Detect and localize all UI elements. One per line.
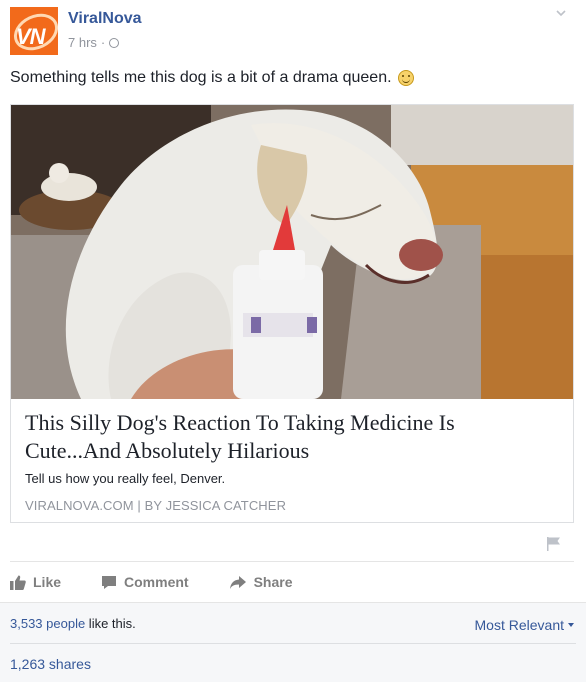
post-caption: Something tells me this dog is a bit of … bbox=[10, 69, 414, 87]
caption-text: Something tells me this dog is a bit of … bbox=[10, 69, 392, 86]
sort-label: Most Relevant bbox=[474, 617, 564, 633]
share-arrow-icon bbox=[229, 575, 246, 589]
link-title[interactable]: This Silly Dog's Reaction To Taking Medi… bbox=[25, 409, 555, 465]
link-text-area[interactable]: This Silly Dog's Reaction To Taking Medi… bbox=[11, 399, 573, 522]
share-button[interactable]: Share bbox=[229, 574, 293, 590]
post-meta: 7 hrs · bbox=[68, 35, 120, 50]
timestamp-link[interactable]: 7 hrs bbox=[68, 35, 97, 50]
thumbs-up-icon bbox=[10, 575, 26, 590]
likes-count-link[interactable]: 3,533 people bbox=[10, 616, 85, 631]
likes-suffix: like this. bbox=[85, 616, 136, 631]
likes-summary: 3,533 people like this. bbox=[10, 616, 136, 631]
page-name-link[interactable]: ViralNova bbox=[68, 10, 142, 28]
comment-icon bbox=[102, 575, 117, 589]
flag-icon[interactable] bbox=[545, 535, 563, 553]
link-source: VIRALNOVA.COM | BY JESSICA CATCHER bbox=[25, 498, 287, 513]
globe-icon bbox=[109, 37, 120, 48]
share-label: Share bbox=[253, 574, 293, 590]
link-preview-card[interactable]: This Silly Dog's Reaction To Taking Medi… bbox=[10, 104, 574, 523]
meta-separator: · bbox=[100, 35, 106, 50]
preview-image[interactable] bbox=[11, 105, 573, 399]
link-description: Tell us how you really feel, Denver. bbox=[25, 471, 226, 486]
sort-dropdown[interactable]: Most Relevant bbox=[475, 617, 574, 633]
comment-button[interactable]: Comment bbox=[101, 574, 189, 590]
page-avatar[interactable]: VN bbox=[10, 7, 58, 55]
avatar-logo-text: VN bbox=[16, 24, 46, 49]
smiley-icon bbox=[397, 70, 414, 86]
engagement-divider bbox=[10, 643, 576, 644]
chevron-down-icon[interactable] bbox=[556, 8, 566, 18]
post-card: VN ViralNova 7 hrs · Something tells me … bbox=[0, 0, 586, 682]
caret-down-icon bbox=[568, 623, 574, 627]
like-button[interactable]: Like bbox=[10, 574, 61, 590]
post-actions: Like Comment Share bbox=[10, 566, 574, 598]
comment-label: Comment bbox=[124, 574, 189, 590]
actions-divider-top bbox=[10, 561, 574, 562]
shares-link[interactable]: 1,263 shares bbox=[10, 656, 91, 672]
like-label: Like bbox=[33, 574, 62, 590]
